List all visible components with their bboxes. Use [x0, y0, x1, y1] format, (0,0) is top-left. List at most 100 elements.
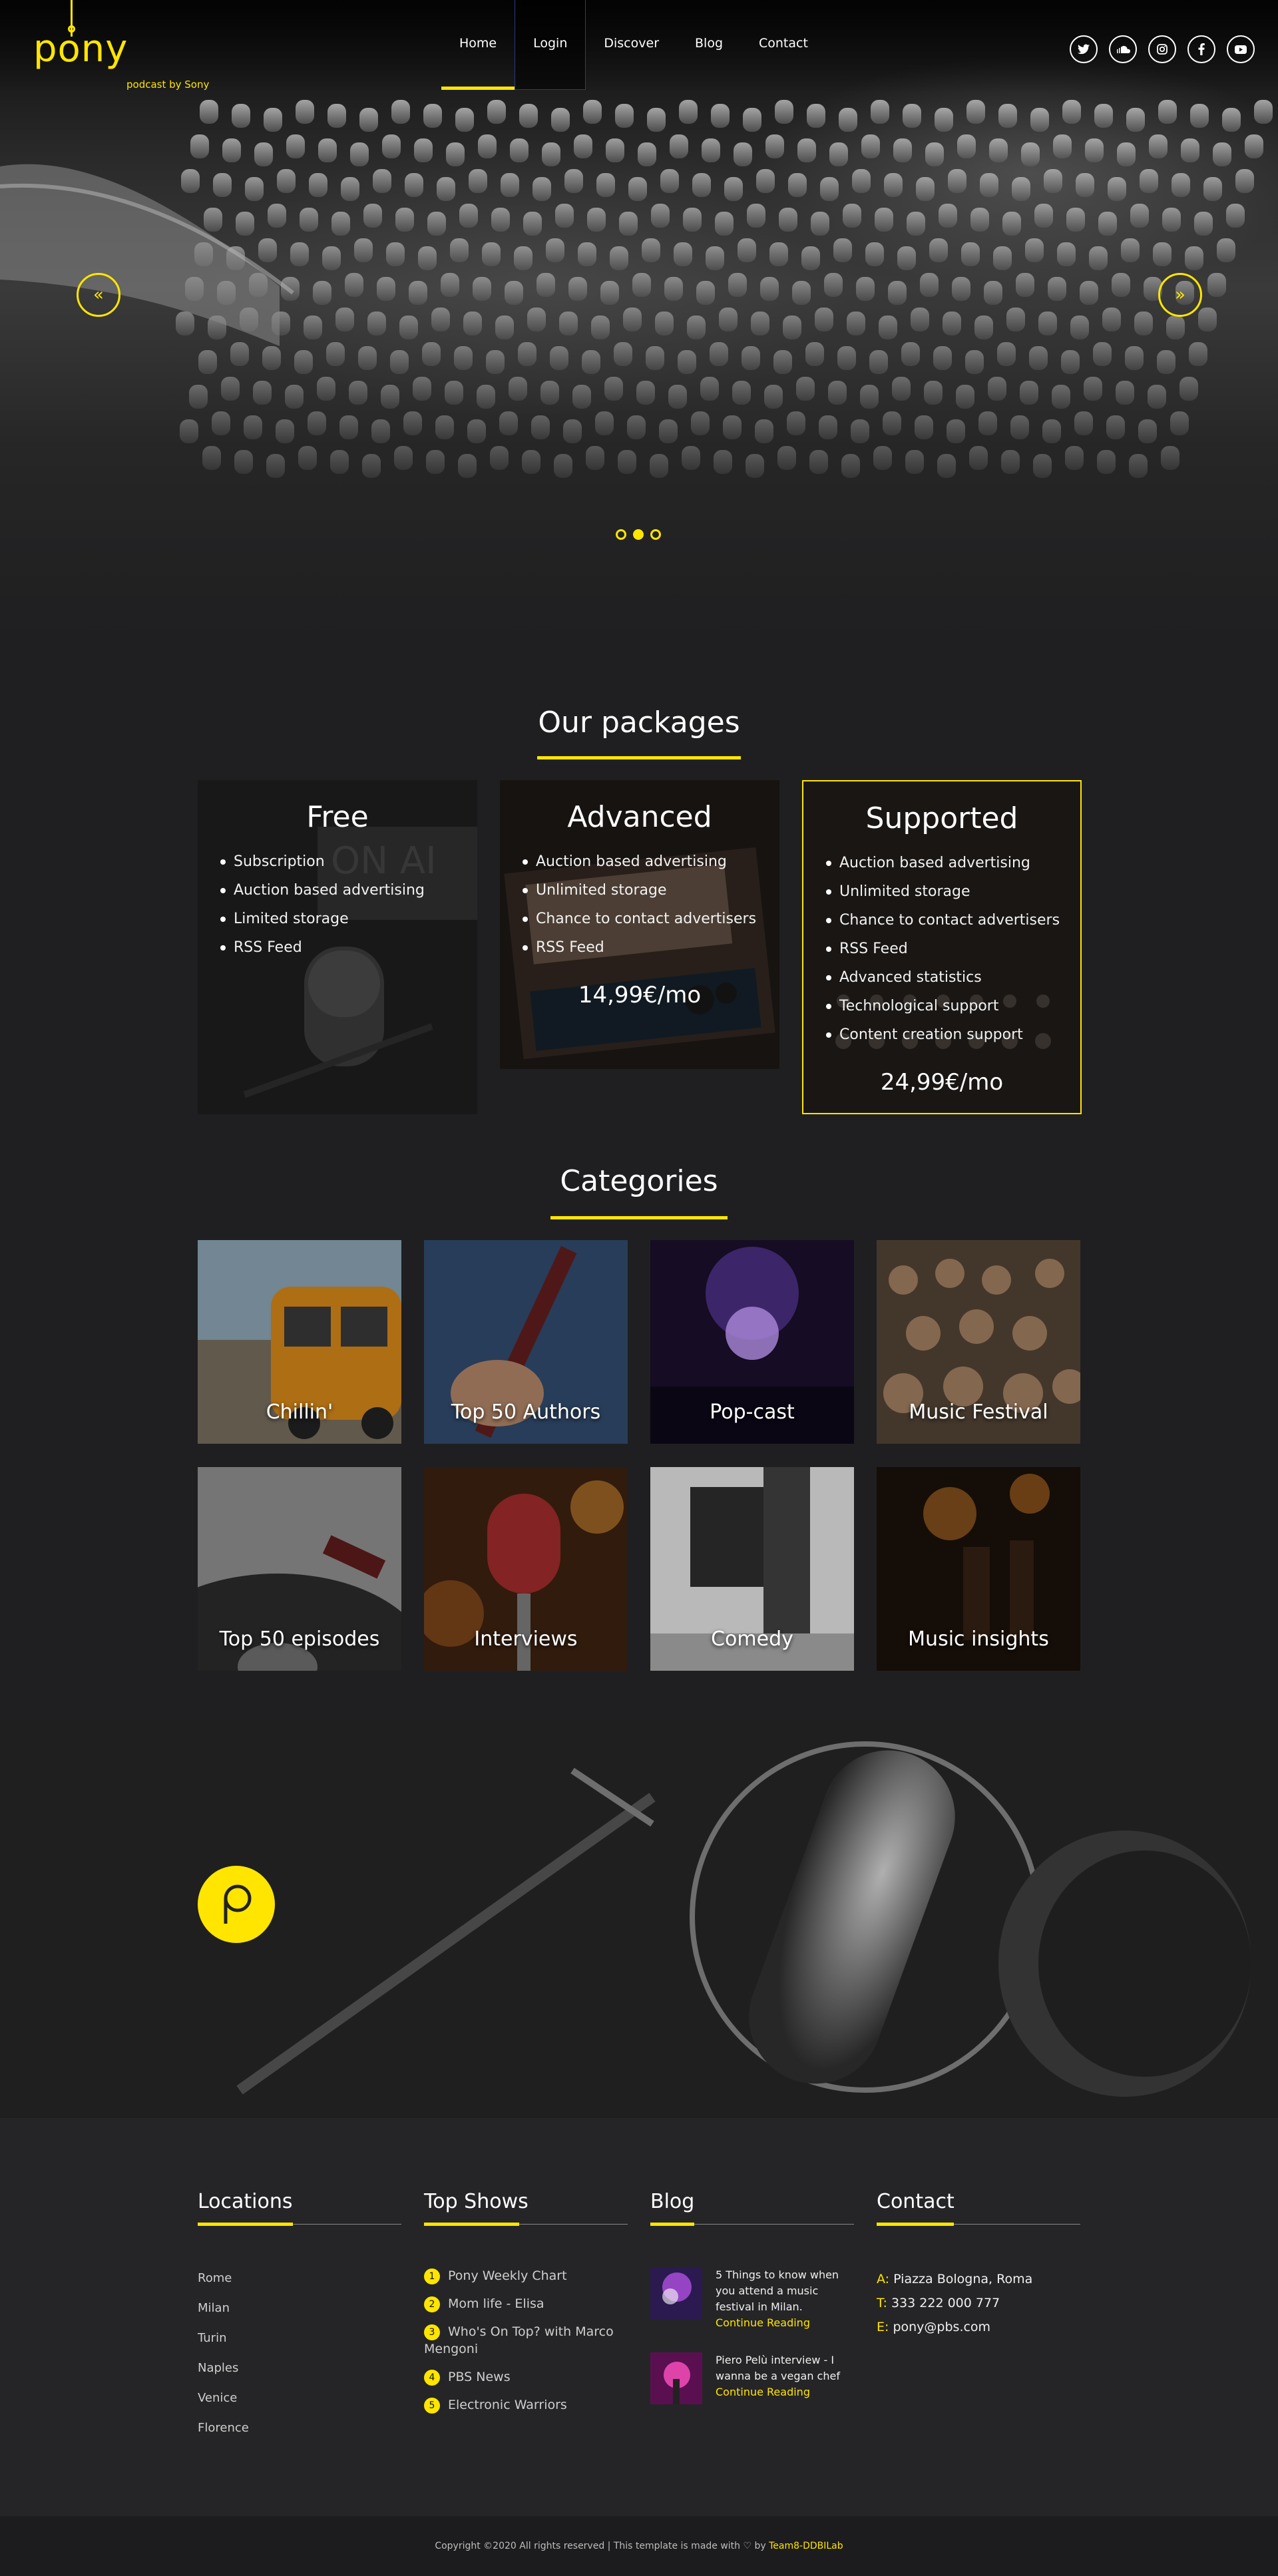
logo-tagline: podcast by Sony: [126, 79, 210, 91]
location-link[interactable]: Naples: [198, 2353, 401, 2383]
contact-phone[interactable]: T: 333 222 000 777: [877, 2291, 1080, 2315]
feature-list: Subscription Auction based advertising L…: [198, 847, 477, 962]
main-menu: Home Login Discover Blog Contact: [441, 0, 826, 90]
feature-item: Chance to contact advertisers: [523, 905, 779, 933]
footer-heading: Locations: [198, 2190, 293, 2213]
feature-item: Technological support: [826, 992, 1080, 1020]
rank-badge: 5: [424, 2397, 440, 2414]
twitter-icon[interactable]: [1070, 35, 1098, 63]
category-music-festival[interactable]: Music Festival: [877, 1240, 1080, 1444]
package-name: Advanced: [567, 800, 712, 834]
location-link[interactable]: Florence: [198, 2413, 401, 2443]
footer-heading: Contact: [877, 2190, 955, 2213]
logo-wordmark: pony: [33, 27, 128, 71]
footer-heading: Top Shows: [424, 2190, 529, 2213]
pony-logo[interactable]: pony podcast by Sony: [33, 0, 233, 100]
show-link[interactable]: 3 Who's On Top? with Marco Mengoni: [424, 2323, 628, 2358]
facebook-icon[interactable]: [1187, 35, 1215, 63]
category-chillin[interactable]: Chillin': [198, 1240, 401, 1444]
feature-item: Auction based advertising: [220, 876, 477, 905]
package-name: Supported: [865, 801, 1018, 835]
feature-item: Content creation support: [826, 1020, 1080, 1049]
category-pop-cast[interactable]: Pop-cast: [650, 1240, 854, 1444]
footer-locations: Locations Rome Milan Turin Naples Venice…: [198, 2190, 401, 2443]
feature-item: RSS Feed: [523, 933, 779, 962]
show-link[interactable]: 2 Mom life - Elisa: [424, 2295, 628, 2312]
category-label: Pop-cast: [710, 1400, 795, 1424]
feature-item: Auction based advertising: [523, 847, 779, 876]
slider-dot-3[interactable]: [650, 529, 661, 540]
package-price: 24,99€/mo: [880, 1069, 1004, 1096]
footer-heading: Blog: [650, 2190, 695, 2213]
microphone-banner: [0, 1717, 1278, 2118]
slider-dot-2[interactable]: [633, 529, 644, 540]
category-comedy[interactable]: Comedy: [650, 1467, 854, 1671]
slider-prev-button[interactable]: «: [77, 273, 120, 317]
heading-divider: [877, 2223, 1080, 2226]
copyright-text: Copyright ©2020 All rights reserved | Th…: [435, 2541, 766, 2551]
slider-next-button[interactable]: »: [1158, 273, 1202, 317]
contact-address: A: Piazza Bologna, Roma: [877, 2272, 1033, 2286]
show-link[interactable]: 5 Electronic Warriors: [424, 2396, 628, 2414]
heading-divider: [198, 2223, 401, 2226]
feature-item: Unlimited storage: [523, 876, 779, 905]
author-link[interactable]: Team8-DDBILab: [769, 2541, 843, 2551]
soundcloud-icon[interactable]: [1109, 35, 1137, 63]
category-label: Chillin': [266, 1400, 333, 1424]
continue-reading-link[interactable]: Continue Reading: [716, 2315, 854, 2331]
categories-title-underline: [550, 1216, 728, 1219]
packages-title-underline: [537, 756, 741, 759]
nav-login[interactable]: Login: [515, 0, 586, 90]
category-label: Music insights: [908, 1627, 1049, 1651]
feature-item: Subscription: [220, 847, 477, 876]
feature-item: RSS Feed: [826, 935, 1080, 963]
feature-list: Auction based advertising Unlimited stor…: [500, 847, 779, 962]
blog-post[interactable]: Piero Pelù interview - I wanna be a vega…: [650, 2352, 854, 2438]
feature-list: Auction based advertising Unlimited stor…: [803, 849, 1080, 1049]
slider-dot-1[interactable]: [616, 529, 626, 540]
feature-item: Advanced statistics: [826, 963, 1080, 992]
category-interviews[interactable]: Interviews: [424, 1467, 628, 1671]
rank-badge: 3: [424, 2324, 440, 2340]
package-free[interactable]: ON AI Free Subscription Auction based ad…: [198, 780, 477, 1114]
show-link[interactable]: 4 PBS News: [424, 2368, 628, 2386]
category-top-50-authors[interactable]: Top 50 Authors: [424, 1240, 628, 1444]
copyright-bar: Copyright ©2020 All rights reserved | Th…: [0, 2516, 1278, 2576]
location-link[interactable]: Venice: [198, 2383, 401, 2413]
footer-blog: Blog 5 Things to know when you attend a …: [650, 2190, 854, 2438]
blog-post[interactable]: 5 Things to know when you attend a music…: [650, 2267, 854, 2352]
package-price: 14,99€/mo: [578, 982, 702, 1008]
package-advanced[interactable]: Advanced Auction based advertising Unlim…: [500, 780, 779, 1069]
feature-item: Chance to contact advertisers: [826, 906, 1080, 935]
blog-post-title: 5 Things to know when you attend a music…: [716, 2268, 839, 2313]
category-music-insights[interactable]: Music insights: [877, 1467, 1080, 1671]
location-link[interactable]: Rome: [198, 2263, 401, 2293]
instagram-icon[interactable]: [1148, 35, 1176, 63]
footer-top-shows: Top Shows 1 Pony Weekly Chart 2 Mom life -…: [424, 2190, 628, 2424]
nav-contact[interactable]: Contact: [741, 0, 826, 90]
footer: [0, 2118, 1278, 2516]
category-label: Comedy: [711, 1627, 793, 1651]
blog-thumbnail: [650, 2352, 702, 2404]
nav-discover[interactable]: Discover: [586, 0, 677, 90]
slider-dots: [616, 529, 661, 540]
continue-reading-link[interactable]: Continue Reading: [716, 2384, 854, 2400]
category-top-50-episodes[interactable]: Top 50 episodes: [198, 1467, 401, 1671]
nav-home[interactable]: Home: [441, 0, 515, 90]
category-label: Top 50 episodes: [219, 1627, 380, 1651]
show-link[interactable]: 1 Pony Weekly Chart: [424, 2267, 628, 2284]
rank-badge: 4: [424, 2369, 440, 2386]
feature-item: Unlimited storage: [826, 877, 1080, 906]
feature-item: Limited storage: [220, 905, 477, 933]
package-supported[interactable]: Supported Auction based advertising Unli…: [802, 780, 1082, 1114]
contact-email[interactable]: E: pony@pbs.com: [877, 2315, 1080, 2339]
youtube-icon[interactable]: [1227, 35, 1255, 63]
category-label: Top 50 Authors: [451, 1400, 601, 1424]
location-link[interactable]: Milan: [198, 2293, 401, 2323]
pony-p-badge-icon: [198, 1866, 275, 1943]
packages-title: Our packages: [538, 706, 740, 740]
nav-blog[interactable]: Blog: [677, 0, 741, 90]
hero-slider: pony podcast by Sony Home Login Discover…: [0, 0, 1278, 639]
feature-item: RSS Feed: [220, 933, 477, 962]
location-link[interactable]: Turin: [198, 2323, 401, 2353]
